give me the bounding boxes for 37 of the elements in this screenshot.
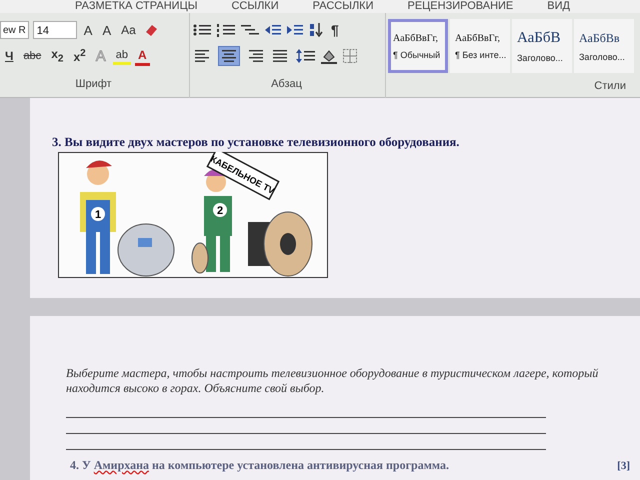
style-tile[interactable]: АаБбВвГг, ¶ Обычный xyxy=(388,19,448,73)
script-button[interactable]: x$^{2}$ xyxy=(70,47,89,65)
style-tile[interactable]: АаБбВвГг, ¶ Без инте... xyxy=(450,19,510,73)
question-heading: 3. Вы видите двух мастеров по установке телевизионного оборудования. xyxy=(52,135,460,150)
bullets-icon[interactable] xyxy=(192,22,212,38)
grow-font-button[interactable]: A xyxy=(80,22,96,38)
ribbon-tab[interactable]: РАССЫЛКИ xyxy=(312,0,374,13)
line-spacing-icon[interactable] xyxy=(296,48,316,64)
shading-icon[interactable] xyxy=(320,48,338,64)
question-heading: 4. У Амирхана на компьютере установлена антивирусная программа. xyxy=(70,458,449,473)
style-tile[interactable]: АаБбВ Заголово... xyxy=(512,19,572,73)
ribbon-tab[interactable]: ВИД xyxy=(547,0,570,13)
align-center-button[interactable] xyxy=(218,46,240,66)
shrink-font-button[interactable]: A xyxy=(99,22,114,38)
strikethrough-button[interactable]: abc xyxy=(20,49,44,63)
numbering-icon[interactable] xyxy=(216,22,236,38)
font-size-field[interactable]: 14 xyxy=(32,21,77,39)
ribbon-tab[interactable]: РАЗМЕТКА СТРАНИЦЫ xyxy=(75,0,198,13)
script-button[interactable]: x$_{2}$ xyxy=(48,46,66,66)
ribbon-tab[interactable]: РЕЦЕНЗИРОВАНИЕ xyxy=(407,0,514,13)
task-text: Выберите мастера, чтобы настроить телевизионное оборудование в туристическом лагере, который находится высоко в горах. Объясните свой выбор. xyxy=(66,366,600,396)
underline-button[interactable]: Ч xyxy=(2,48,16,64)
font-name-field[interactable]: ew R xyxy=(0,21,29,39)
satellite-dish-drawing xyxy=(118,224,174,276)
group-label: Стили xyxy=(594,80,626,92)
style-tile[interactable]: АаБбВв Заголово... xyxy=(574,19,634,73)
ribbon-tab[interactable]: ССЫЛКИ xyxy=(231,0,279,13)
group-label: Абзац xyxy=(271,78,302,90)
group-label: Шрифт xyxy=(75,78,112,90)
highlight-button[interactable]: ab xyxy=(112,48,131,64)
font-color-button[interactable]: A xyxy=(134,46,150,66)
worker-drawing: 1 xyxy=(80,160,116,274)
show-marks-button[interactable]: ¶ xyxy=(328,21,342,39)
borders-icon[interactable] xyxy=(342,48,358,64)
sort-icon[interactable] xyxy=(308,22,324,38)
change-case-button[interactable]: Aa xyxy=(118,22,139,38)
score-mark: [3] xyxy=(617,460,630,472)
